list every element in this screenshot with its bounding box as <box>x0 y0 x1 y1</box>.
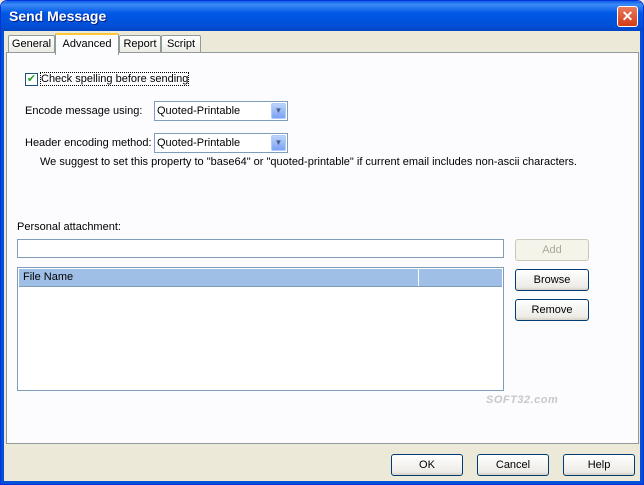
close-icon: ✕ <box>621 8 634 24</box>
close-button[interactable]: ✕ <box>617 6 638 27</box>
list-header: File Name <box>19 269 502 287</box>
tab-advanced-label: Advanced <box>62 38 112 50</box>
cancel-button-label: Cancel <box>495 459 531 471</box>
chevron-down-icon[interactable]: ▼ <box>271 103 286 119</box>
tab-general-label: General <box>11 38 52 50</box>
header-encoding-label: Header encoding method: <box>25 137 152 149</box>
window-title: Send Message <box>9 8 107 24</box>
chevron-down-icon[interactable]: ▼ <box>271 135 286 151</box>
checkmark-icon: ✔ <box>26 73 37 85</box>
window-frame-right <box>640 31 643 484</box>
browse-button[interactable]: Browse <box>515 269 589 291</box>
encoding-hint: We suggest to set this property to "base… <box>40 156 577 168</box>
window-frame-left <box>1 31 4 484</box>
ok-button[interactable]: OK <box>391 454 463 476</box>
tab-report-label: Report <box>123 38 157 50</box>
add-button[interactable]: Add <box>515 239 589 261</box>
window-frame-bottom <box>1 481 643 484</box>
header-encoding-select[interactable]: Quoted-Printable ▼ <box>154 133 288 153</box>
send-message-dialog: Send Message ✕ General Advanced Report S… <box>0 0 644 485</box>
column-header-file-name[interactable]: File Name <box>19 269 419 286</box>
help-button-label: Help <box>587 459 611 471</box>
spellcheck-label[interactable]: Check spelling before sending <box>39 72 190 86</box>
attachment-list[interactable]: File Name <box>17 267 504 391</box>
tab-advanced[interactable]: Advanced <box>55 33 119 55</box>
encode-label: Encode message using: <box>25 105 143 117</box>
encode-select[interactable]: Quoted-Printable ▼ <box>154 101 288 121</box>
remove-button[interactable]: Remove <box>515 299 589 321</box>
title-bar[interactable]: Send Message ✕ <box>1 1 643 31</box>
encode-select-value: Quoted-Printable <box>157 105 241 117</box>
tab-script-label: Script <box>166 38 196 50</box>
header-encoding-select-value: Quoted-Printable <box>157 137 241 149</box>
add-button-label: Add <box>542 244 562 256</box>
browse-button-label: Browse <box>533 274 571 286</box>
cancel-button[interactable]: Cancel <box>477 454 549 476</box>
help-button[interactable]: Help <box>563 454 635 476</box>
remove-button-label: Remove <box>531 304 573 316</box>
ok-button-label: OK <box>419 459 435 471</box>
watermark-logo: SOFT32.com <box>486 394 559 406</box>
spellcheck-checkbox[interactable]: ✔ <box>25 73 38 86</box>
advanced-tab-panel: ✔ Check spelling before sending Encode m… <box>6 52 639 444</box>
attachment-label: Personal attachment: <box>17 221 121 233</box>
attachment-path-input[interactable] <box>17 239 504 258</box>
